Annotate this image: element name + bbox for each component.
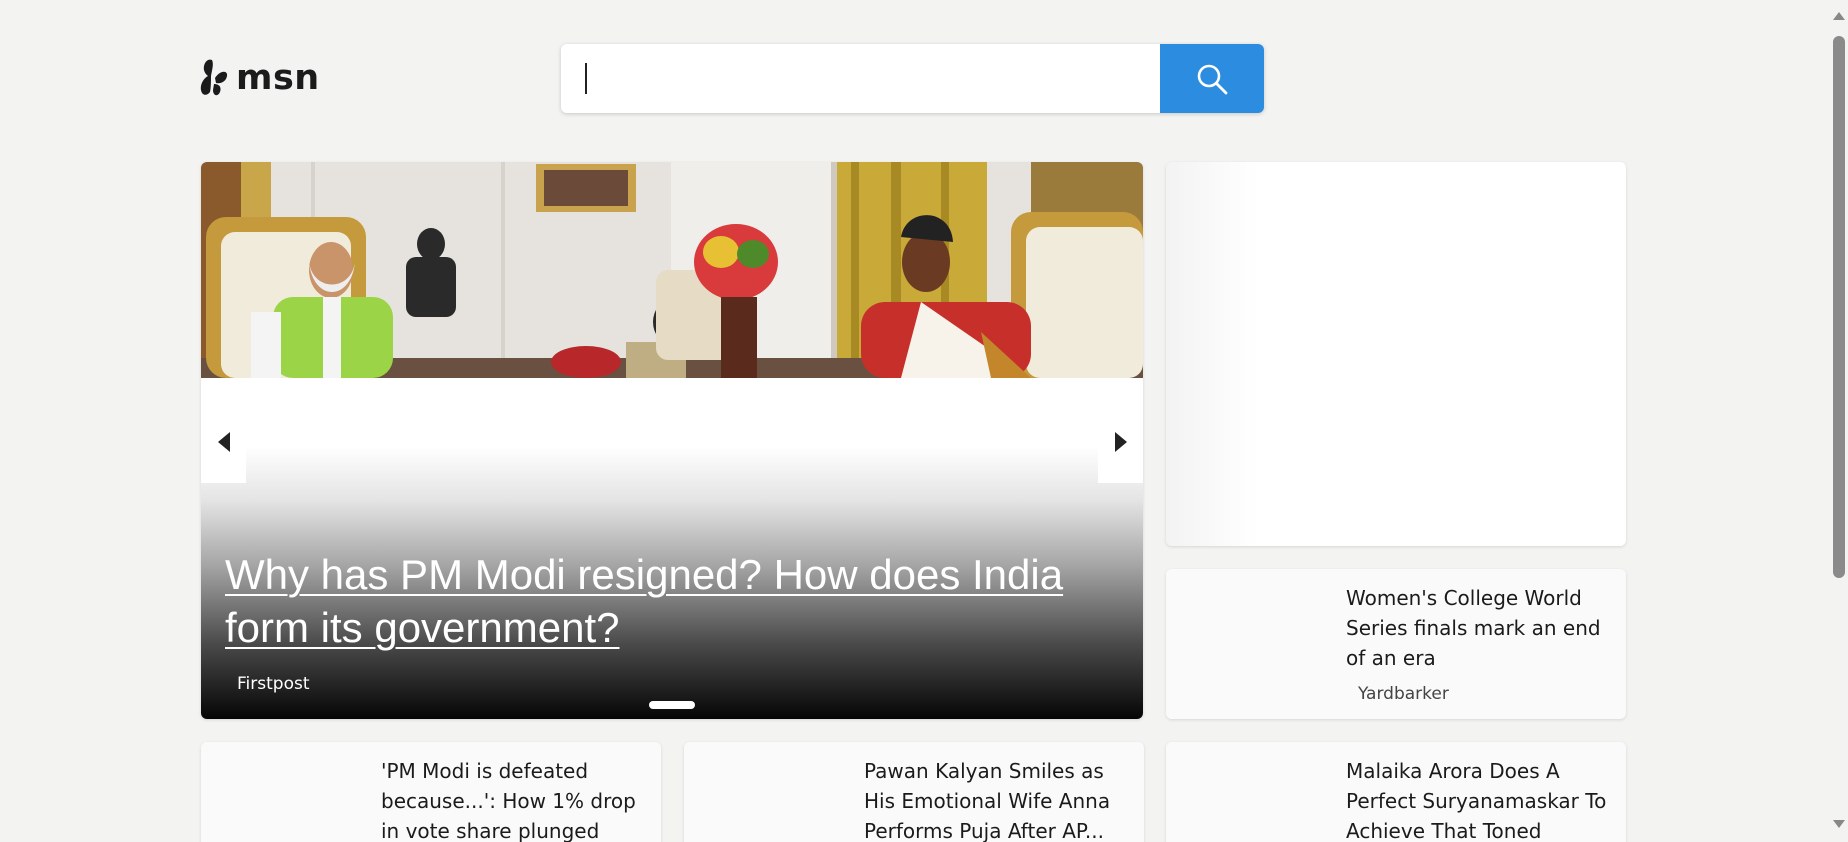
scroll-thumb[interactable] [1833,36,1845,578]
news-card[interactable]: 'PM Modi is defeated because...': How 1%… [201,742,661,842]
card-title: Pawan Kalyan Smiles as His Emotional Wif… [864,759,1111,842]
carousel-next-button[interactable] [1098,400,1143,483]
carousel-prev-button[interactable] [201,400,246,483]
hero-source: Firstpost [237,674,310,694]
text-caret [585,63,587,94]
card-title: Women's College World Series finals mark… [1346,586,1601,670]
news-card[interactable]: Women's College World Series finals mark… [1166,569,1626,719]
search-input[interactable] [561,44,1160,113]
card-title: 'PM Modi is defeated because...': How 1%… [381,759,636,842]
scroll-up-icon[interactable] [1833,12,1845,20]
search-bar [561,44,1264,113]
hero-carousel[interactable]: Why has PM Modi resigned? How does India… [201,162,1143,719]
carousel-indicator[interactable] [649,701,695,709]
card-thumbnail [684,742,852,842]
news-card[interactable]: Malaika Arora Does A Perfect Suryanamask… [1166,742,1626,842]
msn-homepage: msn Why has PM Modi resigned? How does I… [0,0,1848,842]
chevron-left-icon [217,431,230,452]
msn-logo[interactable]: msn [198,56,320,100]
search-icon [1197,64,1228,94]
logo-text: msn [236,57,320,98]
ad-placeholder [1166,162,1626,546]
hero-image [201,162,1143,378]
scroll-down-icon[interactable] [1833,820,1845,828]
page-scrollbar[interactable] [1830,0,1848,842]
hero-headline-link[interactable]: Why has PM Modi resigned? How does India… [225,548,1105,654]
chevron-right-icon [1114,431,1127,452]
butterfly-icon [200,59,228,96]
card-source: Yardbarker [1358,684,1449,704]
card-thumbnail [201,742,369,842]
card-thumbnail [1166,742,1334,842]
card-title: Malaika Arora Does A Perfect Suryanamask… [1346,759,1607,842]
card-thumbnail [1166,569,1334,719]
news-card[interactable]: Pawan Kalyan Smiles as His Emotional Wif… [684,742,1144,842]
search-button[interactable] [1160,44,1264,113]
